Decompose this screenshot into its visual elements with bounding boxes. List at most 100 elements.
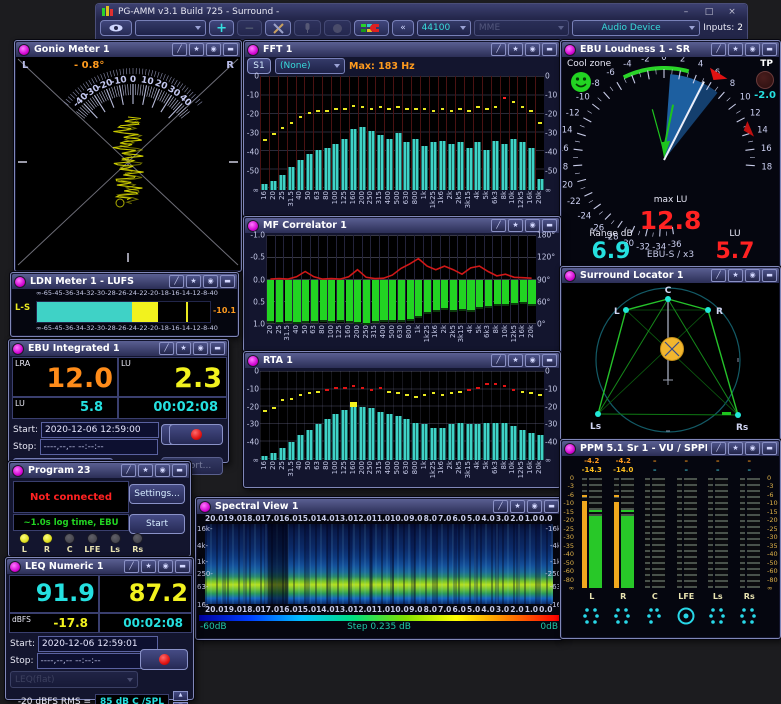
shade-icon[interactable]: ▬ xyxy=(172,464,187,477)
record-button[interactable] xyxy=(169,424,223,445)
panel-header[interactable]: FFT 1 ╱★◉▬ xyxy=(245,42,559,57)
pin-icon[interactable]: ★ xyxy=(189,43,204,56)
shade-icon[interactable]: ▬ xyxy=(220,275,235,288)
record-button[interactable] xyxy=(140,649,188,670)
power-icon[interactable] xyxy=(14,276,26,288)
eye-icon[interactable]: ◉ xyxy=(527,500,542,513)
panel-header[interactable]: LEQ Numeric 1 ╱★◉▬ xyxy=(7,559,192,574)
pin-icon[interactable]: ★ xyxy=(186,275,201,288)
shade-icon[interactable]: ▬ xyxy=(762,43,777,56)
pin-icon[interactable]: ★ xyxy=(510,500,525,513)
y-tick-label: ∞ xyxy=(253,186,259,195)
close-button[interactable]: × xyxy=(723,7,741,17)
power-icon[interactable] xyxy=(12,465,24,477)
maximize-button[interactable]: □ xyxy=(700,7,718,17)
eye-icon[interactable]: ◉ xyxy=(206,43,221,56)
eye-icon[interactable]: ◉ xyxy=(525,354,540,367)
shade-icon[interactable]: ▬ xyxy=(542,354,557,367)
leq-mode-combo[interactable]: LEQ(flat) xyxy=(10,671,138,688)
edit-icon[interactable]: ╱ xyxy=(491,219,506,232)
microphone-button[interactable] xyxy=(294,20,321,36)
power-icon[interactable] xyxy=(564,270,576,282)
shade-icon[interactable]: ▬ xyxy=(223,43,238,56)
panel-header[interactable]: EBU Integrated 1 ╱★◉▬ xyxy=(10,341,227,356)
spl-calibration-field[interactable]: 85 dB C /SPL xyxy=(95,694,169,704)
remove-meter-button[interactable]: − xyxy=(237,20,262,36)
edit-icon[interactable]: ╱ xyxy=(121,464,136,477)
shade-icon[interactable]: ▬ xyxy=(175,560,190,573)
tp-label: TP xyxy=(760,59,773,69)
eye-icon[interactable]: ◉ xyxy=(745,269,760,282)
shade-icon[interactable]: ▬ xyxy=(762,442,777,455)
edit-icon[interactable]: ╱ xyxy=(711,269,726,282)
power-icon[interactable] xyxy=(199,501,211,513)
panel-header[interactable]: PPM 5.1 Sr 1 - VU / SPPM ╱★◉▬ xyxy=(562,441,779,456)
panel-header[interactable]: MF Correlator 1 ╱★◉▬ xyxy=(245,218,559,233)
pin-icon[interactable]: ★ xyxy=(508,219,523,232)
pin-icon[interactable]: ★ xyxy=(508,43,523,56)
record-toolbar-button[interactable] xyxy=(324,20,351,36)
power-icon[interactable] xyxy=(564,443,576,455)
power-icon[interactable] xyxy=(18,44,30,56)
pin-icon[interactable]: ★ xyxy=(728,43,743,56)
shade-icon[interactable]: ▬ xyxy=(544,500,559,513)
pin-icon[interactable]: ★ xyxy=(176,342,191,355)
pin-icon[interactable]: ★ xyxy=(728,442,743,455)
edit-icon[interactable]: ╱ xyxy=(493,500,508,513)
spin-up-button[interactable]: ▲ xyxy=(173,691,188,701)
stop-field[interactable]: ----,--,-- --:--:-- xyxy=(40,439,158,455)
start-field[interactable]: 2020-12-06 12:59:00 xyxy=(41,422,159,438)
panel-header[interactable]: LDN Meter 1 - LUFS ╱★◉▬ xyxy=(12,274,237,289)
power-icon[interactable] xyxy=(247,355,259,367)
tools-button[interactable] xyxy=(265,20,292,36)
panel-header[interactable]: Spectral View 1 ╱★◉▬ xyxy=(197,499,561,514)
pin-icon[interactable]: ★ xyxy=(508,354,523,367)
fft-window-combo[interactable]: (None) xyxy=(275,58,345,74)
power-icon[interactable] xyxy=(9,561,21,573)
ldn-tick-label: 0 xyxy=(214,289,218,299)
preset-combo[interactable] xyxy=(135,20,206,36)
eye-icon[interactable]: ◉ xyxy=(158,560,173,573)
shade-icon[interactable]: ▬ xyxy=(210,342,225,355)
device-combo[interactable]: Audio Device xyxy=(572,20,700,36)
edit-icon[interactable]: ╱ xyxy=(711,442,726,455)
eye-icon[interactable]: ◉ xyxy=(745,43,760,56)
power-icon[interactable] xyxy=(12,343,24,355)
start-button[interactable]: Start xyxy=(129,514,185,534)
panel-header[interactable]: Surround Locator 1 ╱★◉▬ xyxy=(562,268,779,283)
pin-icon[interactable]: ★ xyxy=(728,269,743,282)
panel-header[interactable]: Program 23 ╱★◉▬ xyxy=(10,463,189,478)
edit-icon[interactable]: ╱ xyxy=(159,342,174,355)
edit-icon[interactable]: ╱ xyxy=(711,43,726,56)
stop-field[interactable]: ----,--,-- --:--:-- xyxy=(37,653,157,669)
power-icon[interactable] xyxy=(247,44,259,56)
panel-header[interactable]: EBU Loudness 1 - SR ╱★◉▬ xyxy=(562,42,779,57)
panel-header[interactable]: Gonio Meter 1 ╱★◉▬ xyxy=(16,42,240,57)
pin-icon[interactable]: ★ xyxy=(141,560,156,573)
samplerate-combo[interactable]: 44100 xyxy=(417,20,471,36)
edit-icon[interactable]: ╱ xyxy=(124,560,139,573)
add-meter-button[interactable]: + xyxy=(209,20,234,36)
minimize-button[interactable]: – xyxy=(677,7,695,17)
edit-icon[interactable]: ╱ xyxy=(172,43,187,56)
shade-icon[interactable]: ▬ xyxy=(762,269,777,282)
eye-icon[interactable]: ◉ xyxy=(203,275,218,288)
eye-icon[interactable]: ◉ xyxy=(745,442,760,455)
monitor-button[interactable] xyxy=(100,20,132,36)
driver-combo[interactable]: MME xyxy=(474,20,569,36)
edit-icon[interactable]: ╱ xyxy=(169,275,184,288)
y-tick-label: -40 xyxy=(247,148,259,157)
power-icon[interactable] xyxy=(564,44,576,56)
settings-button[interactable]: Settings... xyxy=(129,484,185,504)
meter-magnet-button[interactable] xyxy=(354,20,390,36)
collapse-button[interactable]: « xyxy=(392,20,413,36)
panel-header[interactable]: RTA 1 ╱★◉▬ xyxy=(245,353,559,368)
eye-icon[interactable]: ◉ xyxy=(525,43,540,56)
app-titlebar[interactable]: PG-AMM v3.1 Build 725 - Surround - – □ × xyxy=(96,4,747,19)
pin-icon[interactable]: ★ xyxy=(138,464,153,477)
shade-icon[interactable]: ▬ xyxy=(542,43,557,56)
edit-icon[interactable]: ╱ xyxy=(491,43,506,56)
edit-icon[interactable]: ╱ xyxy=(491,354,506,367)
eye-icon[interactable]: ◉ xyxy=(193,342,208,355)
eye-icon[interactable]: ◉ xyxy=(155,464,170,477)
